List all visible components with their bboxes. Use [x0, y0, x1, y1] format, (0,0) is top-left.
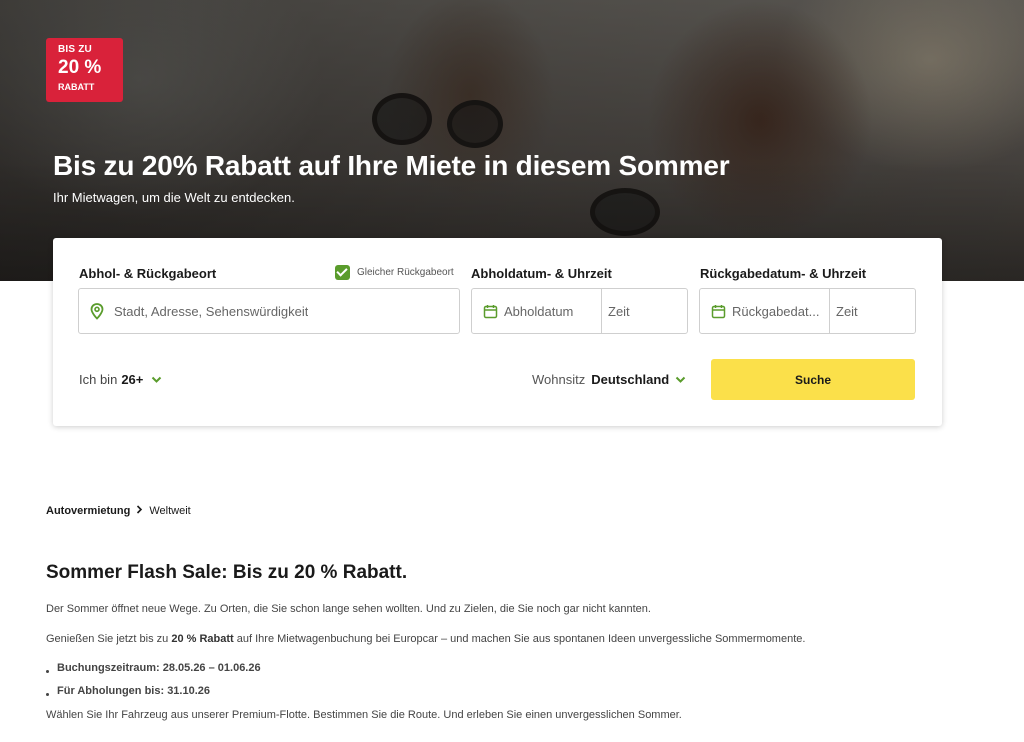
- location-input[interactable]: Stadt, Adresse, Sehenswürdigkeit: [78, 288, 460, 334]
- bullet-dot: [46, 692, 49, 696]
- age-selector[interactable]: Ich bin 26+: [79, 372, 162, 387]
- age-value: 26+: [121, 372, 144, 387]
- chevron-right-icon: [136, 505, 143, 517]
- pickup-date-input[interactable]: Abholdatum: [504, 304, 573, 319]
- paragraph-intro: Der Sommer öffnet neue Wege. Zu Orten, d…: [46, 603, 651, 615]
- location-placeholder: Stadt, Adresse, Sehenswürdigkeit: [114, 303, 309, 319]
- badge-percent: 20 %: [58, 57, 102, 78]
- hero-title: Bis zu 20% Rabatt auf Ihre Miete in dies…: [53, 150, 730, 181]
- checkbox-checked-icon[interactable]: [335, 265, 350, 280]
- search-card: Abhol- & Rückgabeort Gleicher Rückgabeor…: [53, 238, 942, 426]
- breadcrumb-link-autovermietung[interactable]: Autovermietung: [46, 505, 130, 517]
- breadcrumb: Autovermietung Weltweit: [46, 505, 191, 517]
- map-pin-icon: [90, 302, 104, 320]
- paragraph-discount-rest: auf Ihre Mietwagenbuchung bei Europcar –…: [233, 633, 806, 645]
- paragraph-discount: Genießen Sie jetzt bis zu 20 % Rabatt au…: [46, 633, 805, 645]
- badge-line1: BIS ZU: [58, 44, 92, 55]
- chevron-down-icon: [675, 372, 686, 387]
- return-date-input[interactable]: Rückgabedat...: [732, 304, 819, 319]
- list-item-text: Für Abholungen bis: 31.10.26: [57, 685, 211, 697]
- return-label: Rückgabedatum- & Uhrzeit: [700, 266, 867, 281]
- list-item: Buchungszeitraum: 28.05.26 – 01.06.26: [46, 662, 261, 674]
- paragraph-closing: Wählen Sie Ihr Fahrzeug aus unserer Prem…: [46, 709, 682, 721]
- calendar-icon: [483, 304, 498, 319]
- pickup-label: Abholdatum- & Uhrzeit: [471, 266, 612, 281]
- residence-value: Deutschland: [591, 372, 670, 387]
- chevron-down-icon: [151, 372, 162, 387]
- badge-line3: RABATT: [58, 82, 95, 92]
- breadcrumb-current: Weltweit: [149, 505, 191, 517]
- paragraph-discount-text: Genießen Sie jetzt bis zu: [46, 633, 172, 645]
- discount-badge: BIS ZU 20 % RABATT: [46, 38, 123, 102]
- same-return-checkbox[interactable]: Gleicher Rückgabeort: [335, 265, 454, 280]
- residence-selector[interactable]: Wohnsitz Deutschland: [532, 372, 686, 387]
- search-button[interactable]: Suche: [711, 359, 915, 400]
- list-item-text: Buchungszeitraum: 28.05.26 – 01.06.26: [57, 662, 261, 674]
- section-title: Sommer Flash Sale: Bis zu 20 % Rabatt.: [46, 562, 408, 583]
- pickup-time-input[interactable]: Zeit: [608, 304, 630, 319]
- age-prefix: Ich bin: [79, 372, 118, 387]
- pickup-datetime-field: Abholdatum Zeit: [471, 288, 688, 334]
- calendar-icon: [711, 304, 726, 319]
- bullet-dot: [46, 669, 49, 673]
- paragraph-discount-bold: 20 % Rabatt: [171, 633, 234, 645]
- hero-subtitle: Ihr Mietwagen, um die Welt zu entdecken.: [53, 190, 295, 205]
- return-datetime-field: Rückgabedat... Zeit: [699, 288, 916, 334]
- list-item: Für Abholungen bis: 31.10.26: [46, 685, 210, 697]
- location-label: Abhol- & Rückgabeort: [79, 266, 217, 281]
- return-time-input[interactable]: Zeit: [836, 304, 858, 319]
- same-return-label: Gleicher Rückgabeort: [357, 267, 454, 278]
- residence-prefix: Wohnsitz: [532, 372, 586, 387]
